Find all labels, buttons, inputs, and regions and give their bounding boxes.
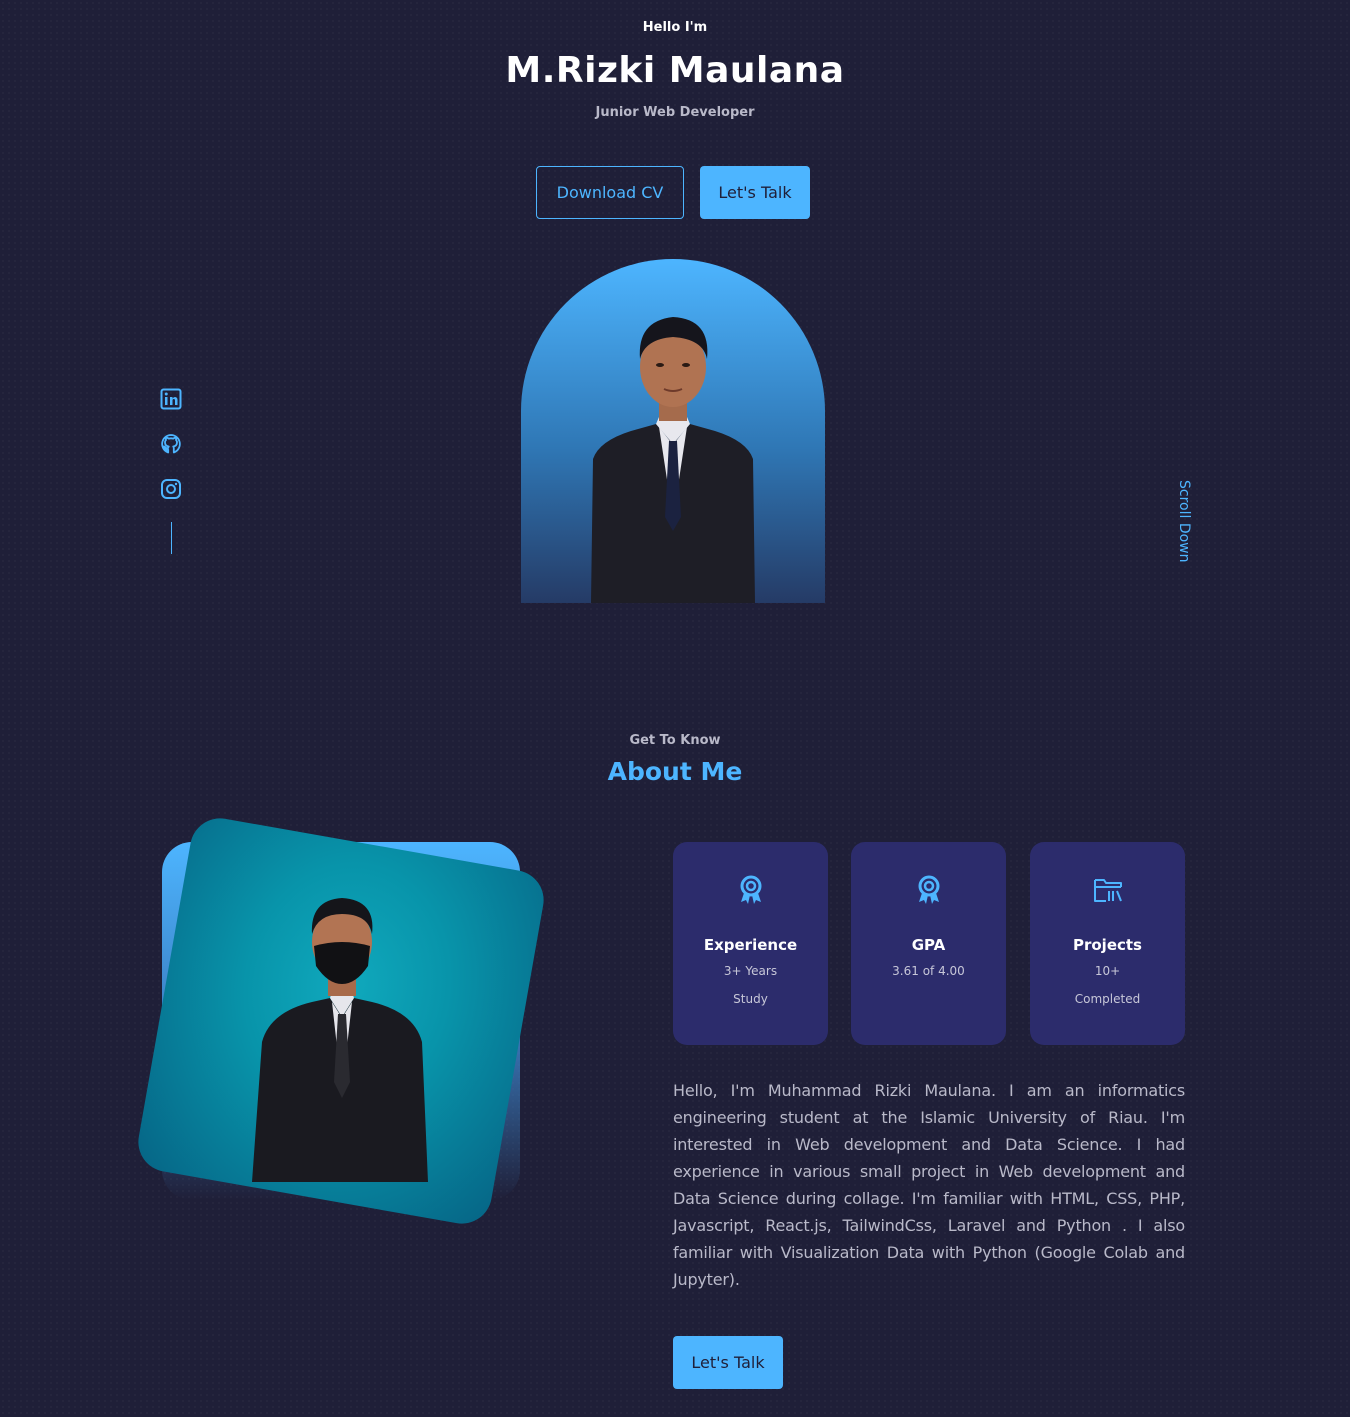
about-lets-talk-button[interactable]: Let's Talk bbox=[673, 1336, 783, 1389]
card-title: Projects bbox=[1072, 936, 1142, 954]
about-title: About Me bbox=[607, 757, 743, 786]
card-value: 3.61 of 4.00 bbox=[892, 964, 965, 978]
experience-card[interactable]: Experience 3+ Years Study bbox=[673, 842, 828, 1045]
about-subtitle: Get To Know bbox=[629, 733, 721, 748]
person-silhouette bbox=[591, 317, 755, 603]
linkedin-icon[interactable] bbox=[160, 388, 182, 410]
person-masked-silhouette bbox=[252, 898, 428, 1182]
about-description: Hello, I'm Muhammad Rizki Maulana. I am … bbox=[673, 1081, 1185, 1289]
github-icon[interactable] bbox=[160, 433, 182, 455]
gpa-card[interactable]: GPA 3.61 of 4.00 bbox=[851, 842, 1006, 1045]
award-icon bbox=[913, 874, 945, 906]
greeting: Hello I'm bbox=[642, 20, 708, 35]
card-title: Experience bbox=[703, 936, 798, 954]
card-title: GPA bbox=[911, 936, 946, 954]
page-title: M.Rizki Maulana bbox=[505, 50, 845, 91]
instagram-icon[interactable] bbox=[160, 478, 182, 500]
card-caption: Study bbox=[733, 992, 768, 1006]
job-title: Junior Web Developer bbox=[595, 105, 755, 120]
profile-photo bbox=[521, 259, 825, 603]
about-photo bbox=[133, 813, 549, 1229]
projects-card[interactable]: Projects 10+ Completed bbox=[1030, 842, 1185, 1045]
lets-talk-button[interactable]: Let's Talk bbox=[700, 166, 810, 219]
card-caption: Completed bbox=[1074, 992, 1141, 1006]
card-value: 10+ bbox=[1094, 964, 1121, 978]
download-cv-button[interactable]: Download CV bbox=[536, 166, 684, 219]
social-divider-line bbox=[171, 522, 172, 554]
award-icon bbox=[735, 874, 767, 906]
card-value: 3+ Years bbox=[723, 964, 778, 978]
folder-icon bbox=[1092, 874, 1124, 906]
scroll-down-link[interactable]: Scroll Down bbox=[1172, 480, 1192, 563]
